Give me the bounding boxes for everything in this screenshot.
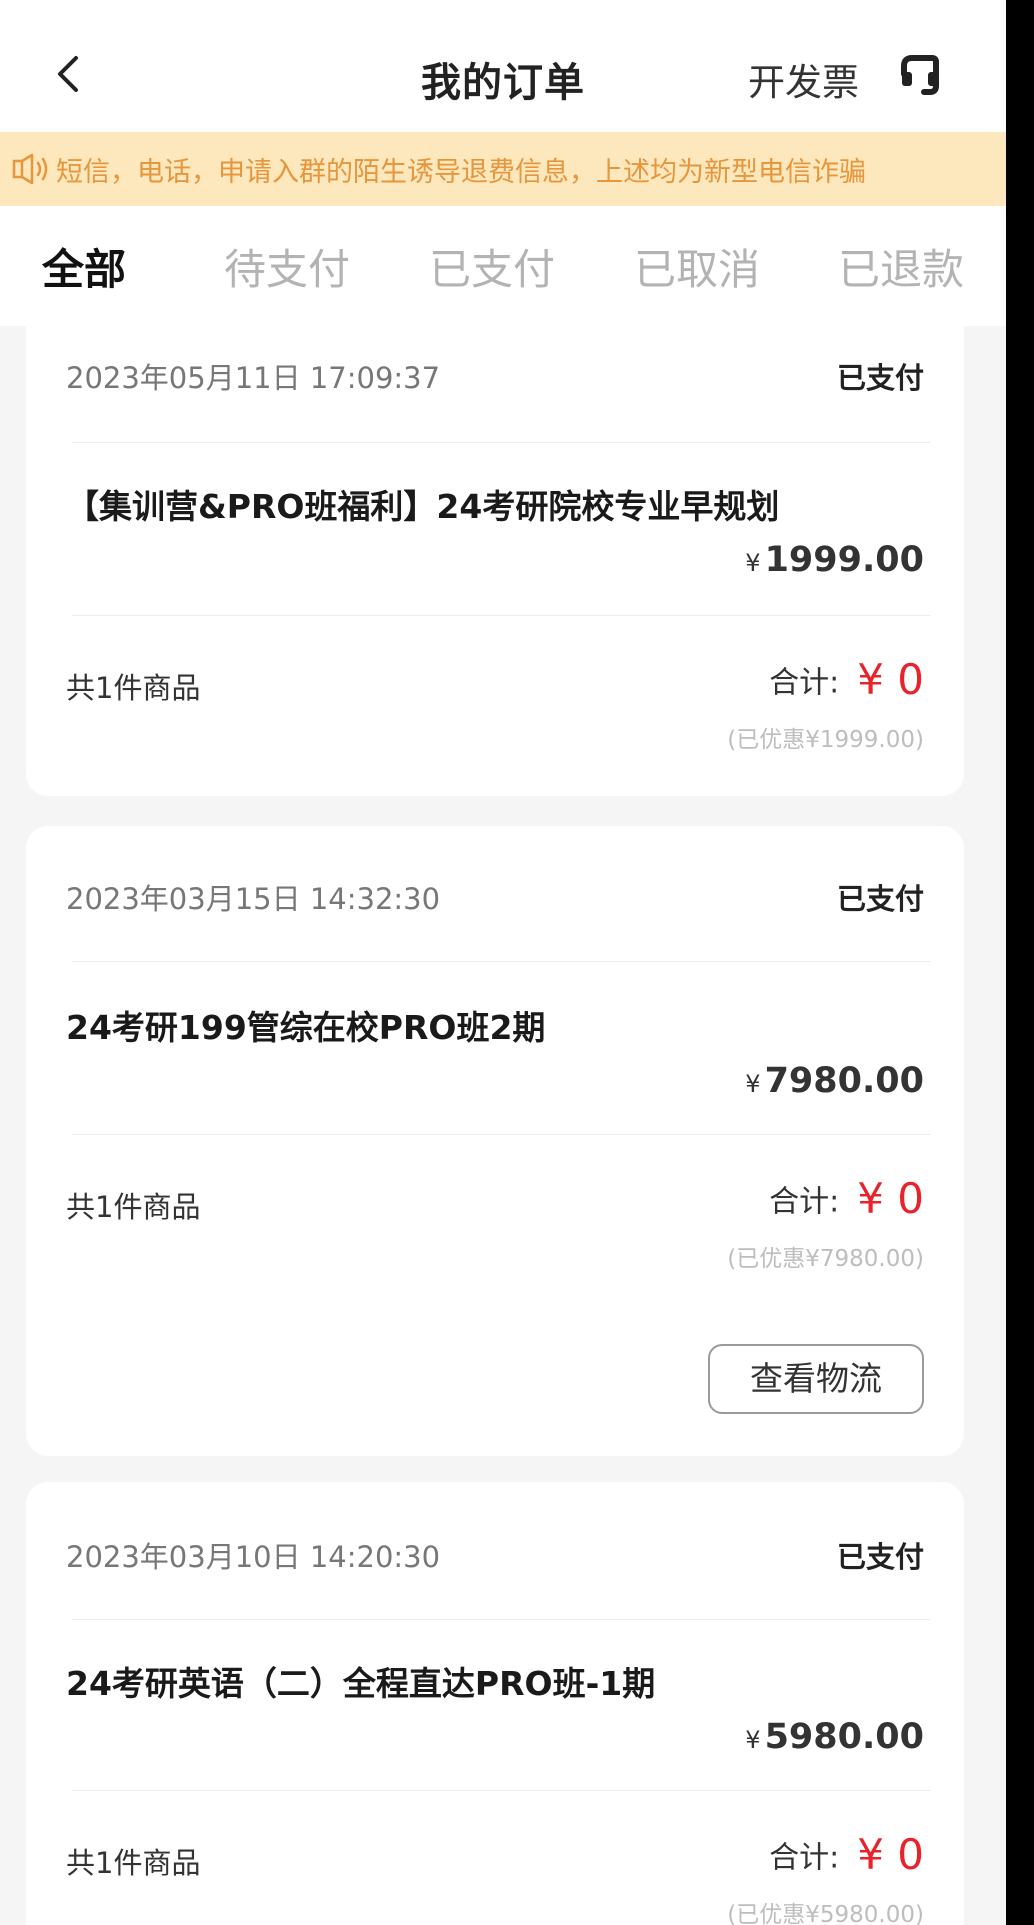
tab-refunded[interactable]: 已退款 xyxy=(838,236,964,297)
order-list-screen: 我的订单 开发票 短信，电话，申请入群的陌生诱导退费信息，上述均为新型电信诈骗 … xyxy=(0,0,1006,1925)
order-date: 2023年03月10日 14:20:30 xyxy=(66,1540,441,1574)
divider xyxy=(72,1134,930,1135)
currency-symbol: ¥ xyxy=(745,549,761,577)
item-count: 共1件商品 xyxy=(66,671,201,705)
total-label: 合计: xyxy=(769,1184,840,1220)
tab-pending-payment[interactable]: 待支付 xyxy=(224,236,350,297)
price-value: 5980.00 xyxy=(764,1717,924,1757)
view-logistics-button[interactable]: 查看物流 xyxy=(708,1344,924,1414)
currency-symbol: ¥ xyxy=(745,1070,761,1098)
nav-header: 我的订单 开发票 xyxy=(0,0,1006,132)
product-price: ¥1999.00 xyxy=(745,540,924,580)
speaker-icon xyxy=(12,153,48,185)
divider xyxy=(72,1619,930,1620)
order-status: 已支付 xyxy=(836,1540,924,1574)
total-amount: ¥ 0 xyxy=(857,655,924,704)
discount-note: (已优惠¥5980.00) xyxy=(727,1902,924,1925)
price-value: 7980.00 xyxy=(764,1061,924,1101)
discount-note: (已优惠¥7980.00) xyxy=(727,1246,924,1272)
customer-service-icon[interactable] xyxy=(898,52,942,96)
order-date: 2023年03月15日 14:32:30 xyxy=(66,882,441,916)
total-amount: ¥ 0 xyxy=(857,1830,924,1879)
issue-invoice-link[interactable]: 开发票 xyxy=(748,52,859,106)
item-count: 共1件商品 xyxy=(66,1190,201,1224)
order-total: 合计: ¥ 0 xyxy=(769,1174,924,1223)
product-name: 【集训营&PRO班福利】24考研院校专业早规划 xyxy=(66,487,780,526)
fraud-warning-bar: 短信，电话，申请入群的陌生诱导退费信息，上述均为新型电信诈骗 xyxy=(0,132,1006,206)
order-status: 已支付 xyxy=(836,882,924,916)
order-card[interactable]: 2023年03月10日 14:20:30 已支付 24考研英语（二）全程直达PR… xyxy=(26,1482,964,1925)
discount-note: (已优惠¥1999.00) xyxy=(727,727,924,753)
tab-paid[interactable]: 已支付 xyxy=(429,236,555,297)
divider xyxy=(72,961,930,962)
item-count: 共1件商品 xyxy=(66,1846,201,1880)
product-price: ¥5980.00 xyxy=(745,1717,924,1757)
product-name: 24考研英语（二）全程直达PRO班-1期 xyxy=(66,1664,656,1703)
order-card[interactable]: 2023年03月15日 14:32:30 已支付 24考研199管综在校PRO班… xyxy=(26,826,964,1456)
divider xyxy=(72,615,930,616)
total-label: 合计: xyxy=(769,665,840,701)
notice-text: 短信，电话，申请入群的陌生诱导退费信息，上述均为新型电信诈骗 xyxy=(56,157,866,188)
tab-all[interactable]: 全部 xyxy=(42,236,126,297)
divider xyxy=(72,1790,930,1791)
product-name: 24考研199管综在校PRO班2期 xyxy=(66,1008,546,1047)
product-price: ¥7980.00 xyxy=(745,1061,924,1101)
price-value: 1999.00 xyxy=(764,540,924,580)
total-amount: ¥ 0 xyxy=(857,1174,924,1223)
order-date: 2023年05月11日 17:09:37 xyxy=(66,361,441,395)
divider xyxy=(72,442,930,443)
order-card[interactable]: 2023年05月11日 17:09:37 已支付 【集训营&PRO班福利】24考… xyxy=(26,300,964,796)
currency-symbol: ¥ xyxy=(745,1726,761,1754)
order-total: 合计: ¥ 0 xyxy=(769,1830,924,1879)
total-label: 合计: xyxy=(769,1840,840,1876)
order-total: 合计: ¥ 0 xyxy=(769,655,924,704)
order-status: 已支付 xyxy=(836,361,924,395)
tab-cancelled[interactable]: 已取消 xyxy=(634,236,760,297)
